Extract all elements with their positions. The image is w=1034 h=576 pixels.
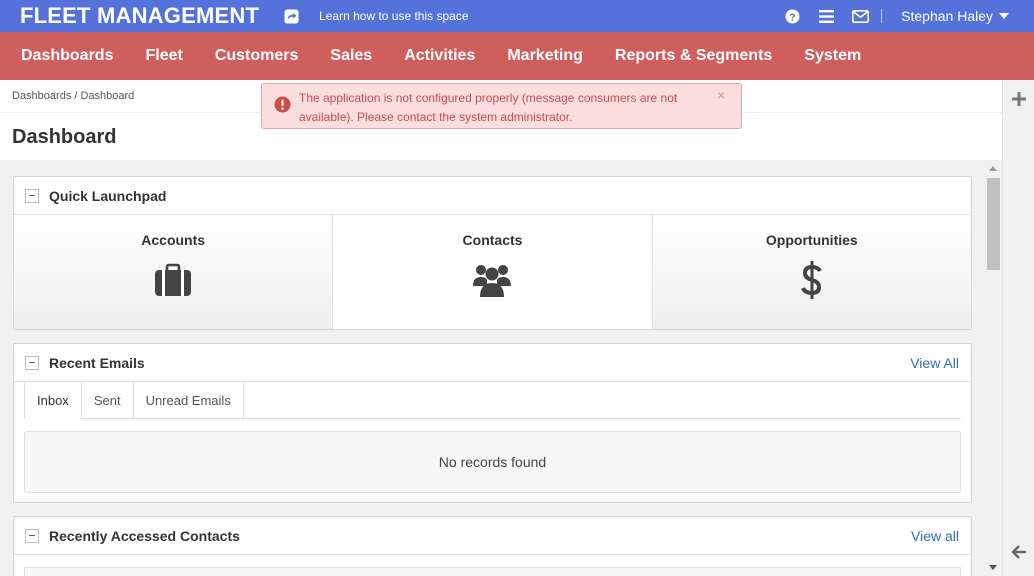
svg-text:?: ? bbox=[789, 12, 795, 23]
collapse-button[interactable] bbox=[25, 188, 39, 203]
widget-title: Quick Launchpad bbox=[49, 187, 167, 204]
tile-opportunities[interactable]: Opportunities bbox=[652, 215, 971, 329]
nav-item-fleet[interactable]: Fleet bbox=[145, 47, 182, 65]
email-tabs: Inbox Sent Unread Emails bbox=[24, 382, 961, 419]
widget-title: Recent Emails bbox=[49, 354, 145, 371]
empty-state: No records found bbox=[24, 431, 961, 493]
scroll-up-icon[interactable] bbox=[989, 166, 997, 171]
envelope-icon[interactable] bbox=[851, 7, 869, 25]
nav-item-dashboards[interactable]: Dashboards bbox=[21, 47, 113, 65]
app-brand[interactable]: FLEET MANAGEMENT bbox=[20, 3, 259, 29]
top-bar: FLEET MANAGEMENT Learn how to use this s… bbox=[0, 0, 1034, 32]
nav-item-marketing[interactable]: Marketing bbox=[507, 47, 583, 65]
collapse-button[interactable] bbox=[25, 355, 39, 370]
tab-inbox[interactable]: Inbox bbox=[24, 382, 82, 419]
alert-message: The application is not configured proper… bbox=[299, 91, 678, 124]
sidebar-rail bbox=[1002, 80, 1034, 576]
menu-icon[interactable] bbox=[817, 7, 835, 25]
exclamation-circle-icon bbox=[274, 96, 291, 113]
tile-label: Opportunities bbox=[765, 232, 858, 248]
plus-icon[interactable] bbox=[1012, 92, 1026, 106]
contacts-list bbox=[24, 567, 961, 576]
user-menu[interactable]: Stephan Haley bbox=[901, 8, 993, 24]
view-all-link[interactable]: View All bbox=[910, 355, 959, 371]
page-title: Dashboard bbox=[12, 126, 117, 148]
users-icon bbox=[472, 260, 512, 300]
nav-item-activities[interactable]: Activities bbox=[404, 47, 475, 65]
tab-sent[interactable]: Sent bbox=[82, 382, 134, 418]
help-icon[interactable]: ? bbox=[783, 7, 801, 25]
scroll-down-icon[interactable] bbox=[989, 565, 997, 570]
launchpad-tiles: Accounts Contacts Opportunities bbox=[14, 215, 971, 329]
breadcrumb[interactable]: Dashboards / Dashboard bbox=[12, 90, 134, 102]
tile-label: Contacts bbox=[462, 232, 523, 248]
tile-accounts[interactable]: Accounts bbox=[14, 215, 334, 329]
share-icon[interactable] bbox=[283, 8, 299, 24]
widget-title: Recently Accessed Contacts bbox=[49, 527, 240, 544]
caret-down-icon[interactable] bbox=[999, 13, 1009, 19]
nav-item-sales[interactable]: Sales bbox=[330, 47, 372, 65]
widget-header: Recent Emails View All bbox=[14, 344, 971, 382]
arrow-left-icon[interactable] bbox=[1011, 544, 1027, 560]
scrollbar-thumb[interactable] bbox=[987, 178, 1000, 270]
recent-contacts-widget: Recently Accessed Contacts View all bbox=[13, 516, 972, 576]
widget-header: Quick Launchpad bbox=[14, 177, 971, 215]
briefcase-icon bbox=[153, 260, 193, 300]
view-all-link[interactable]: View all bbox=[911, 528, 959, 544]
separator bbox=[881, 9, 883, 23]
top-right-controls: ? Stephan Haley bbox=[783, 0, 1034, 32]
nav-item-reports-segments[interactable]: Reports & Segments bbox=[615, 47, 772, 65]
tile-label: Accounts bbox=[141, 232, 206, 248]
widget-header: Recently Accessed Contacts View all bbox=[14, 517, 971, 555]
nav-item-system[interactable]: System bbox=[804, 47, 861, 65]
tab-unread-emails[interactable]: Unread Emails bbox=[134, 382, 244, 418]
tile-contacts[interactable]: Contacts bbox=[333, 215, 653, 329]
recent-emails-widget: Recent Emails View All Inbox Sent Unread… bbox=[13, 343, 972, 503]
close-icon[interactable]: × bbox=[717, 87, 725, 103]
nav-item-customers[interactable]: Customers bbox=[215, 47, 299, 65]
error-alert: The application is not configured proper… bbox=[261, 83, 742, 129]
collapse-button[interactable] bbox=[25, 528, 39, 543]
dollar-icon bbox=[792, 260, 832, 300]
learn-link[interactable]: Learn how to use this space bbox=[319, 9, 468, 23]
main-nav: Dashboards Fleet Customers Sales Activit… bbox=[0, 32, 1034, 80]
quick-launchpad-widget: Quick Launchpad Accounts Contacts Opport… bbox=[13, 176, 972, 330]
